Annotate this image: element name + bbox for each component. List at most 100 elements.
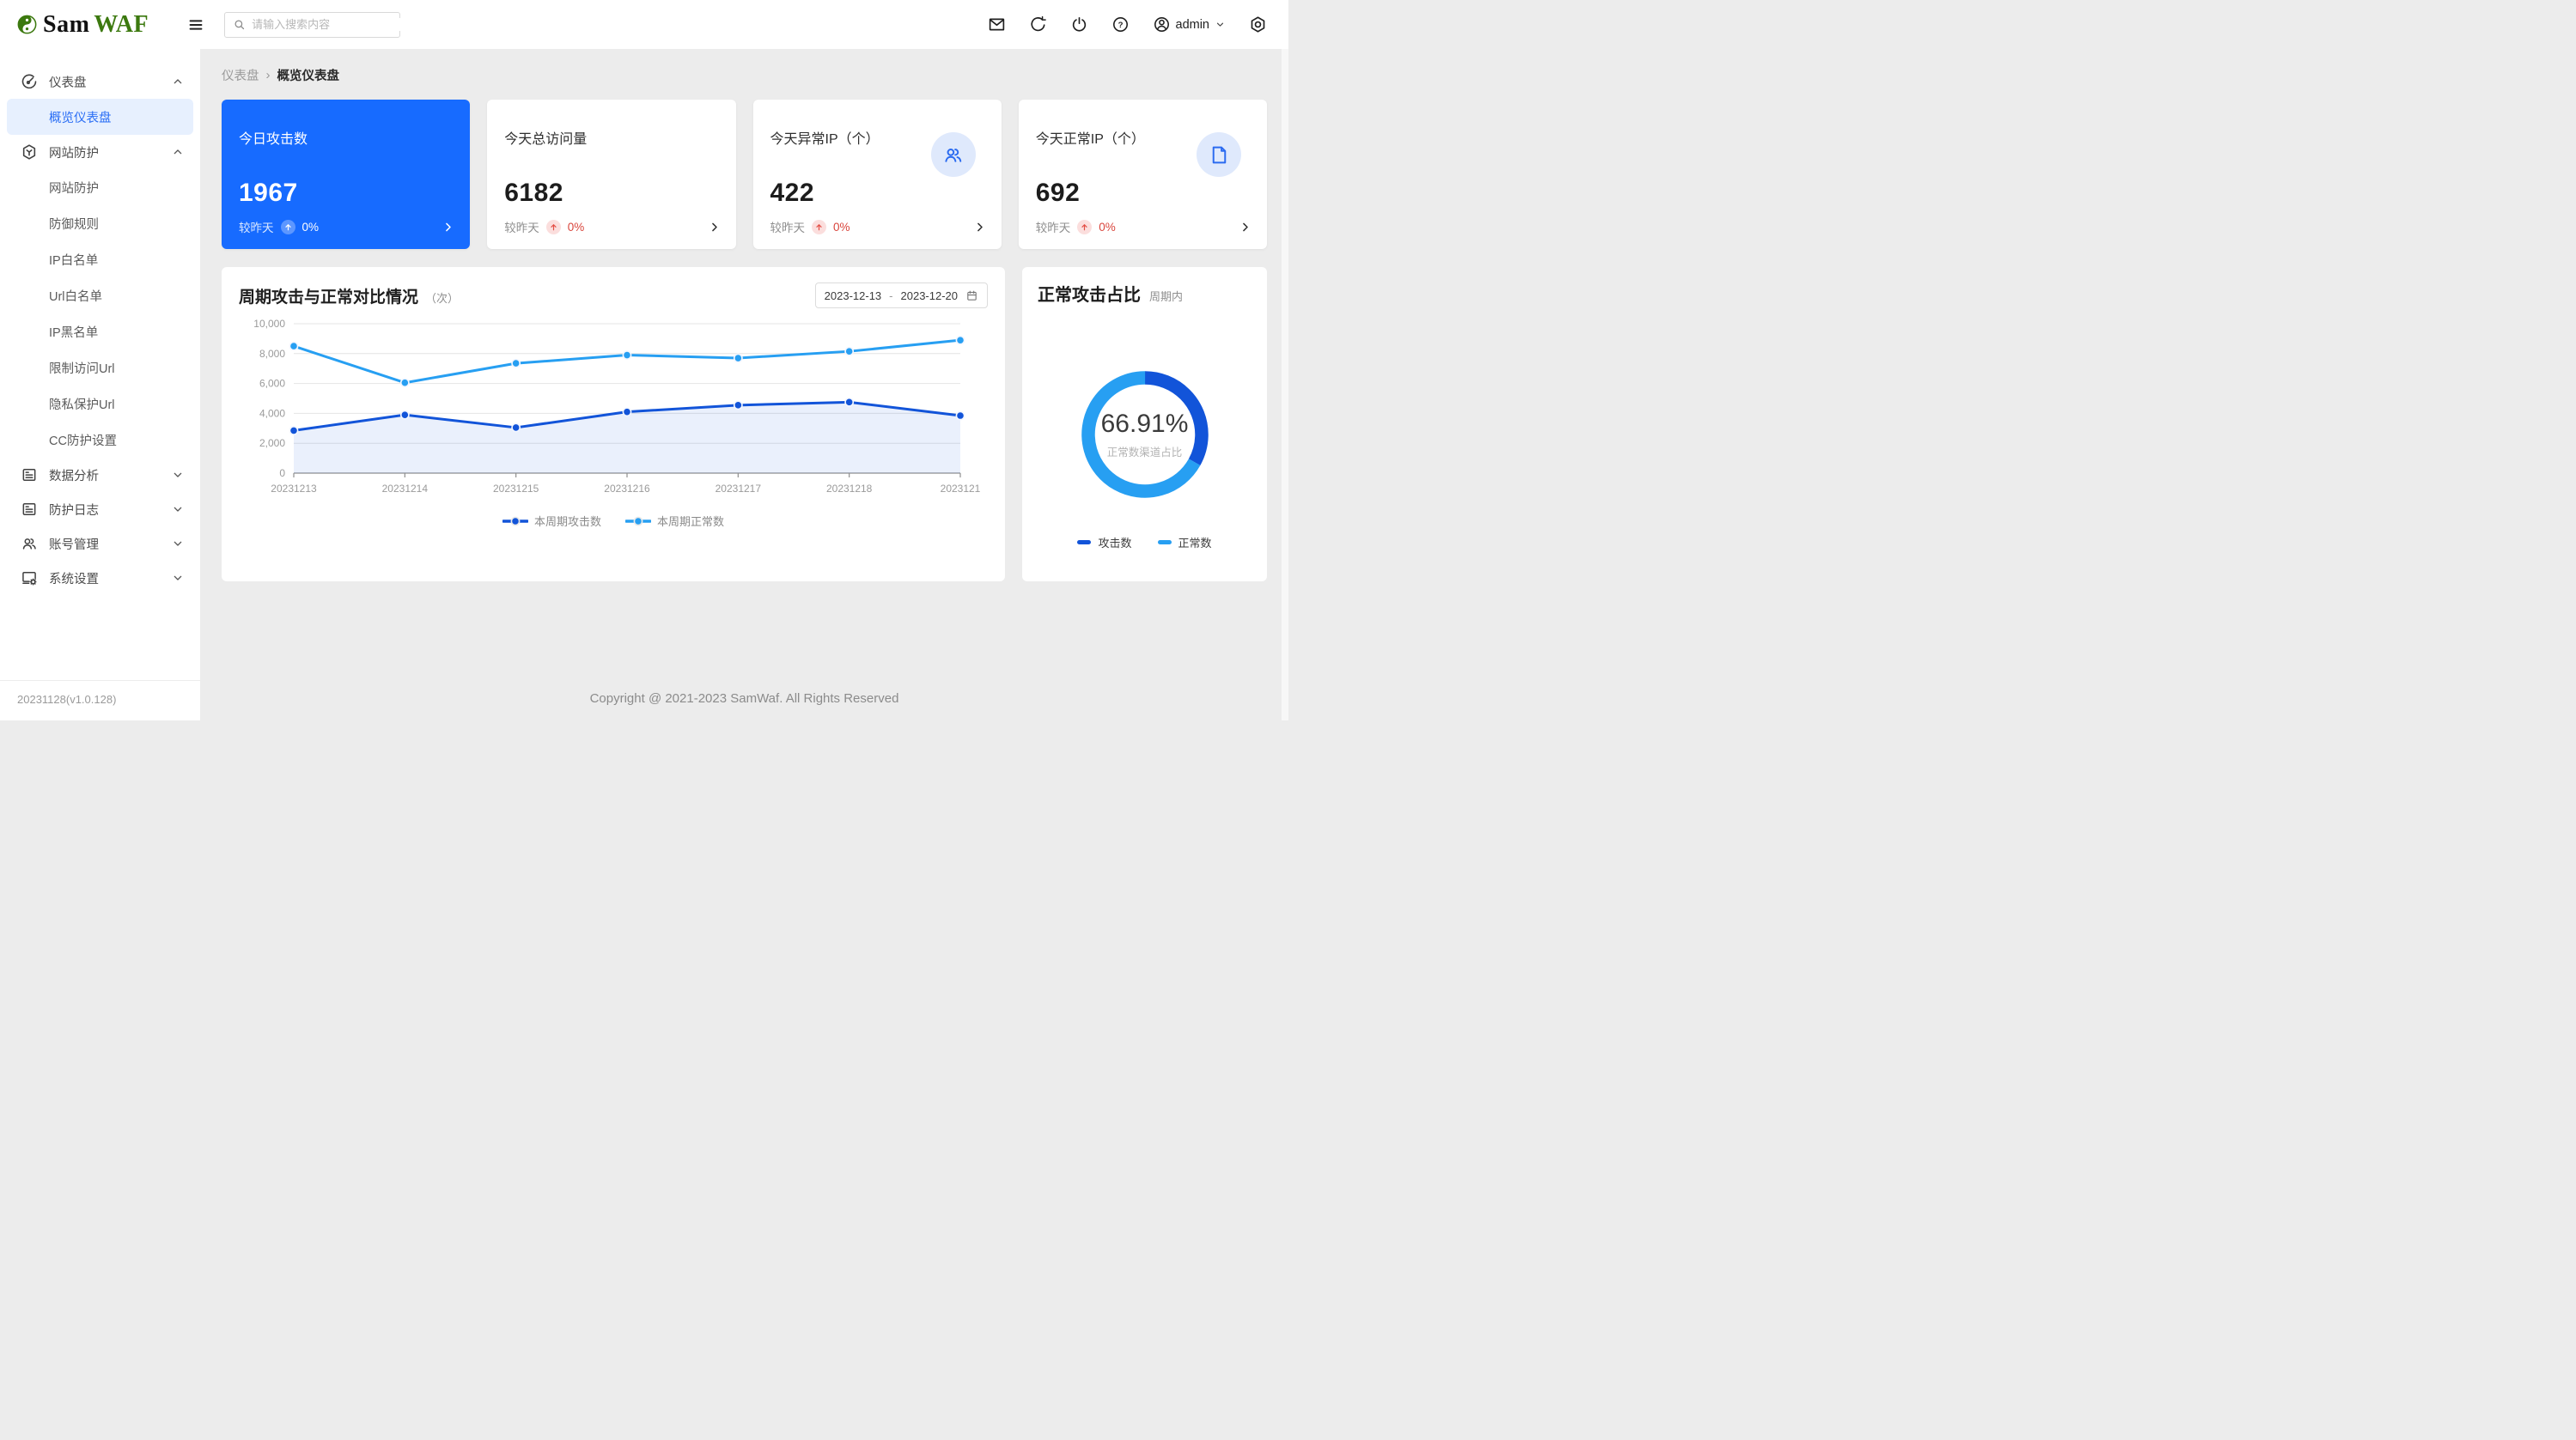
sidebar-item-label: 仪表盘 xyxy=(49,73,171,91)
sidebar-item-label: IP白名单 xyxy=(49,251,200,269)
legend-marker-icon xyxy=(625,516,651,526)
gauge-icon xyxy=(21,73,38,90)
line-legend-item[interactable]: 本周期正常数 xyxy=(625,513,724,529)
legend-label: 正常数 xyxy=(1178,534,1212,550)
app-logo[interactable]: SamWAF xyxy=(0,11,149,39)
date-range-picker[interactable]: 2023-12-13 - 2023-12-20 xyxy=(815,283,988,308)
user-menu[interactable]: admin xyxy=(1153,15,1227,33)
chevron-right-icon[interactable] xyxy=(708,221,721,234)
file-icon xyxy=(1197,132,1241,177)
logo-text-sam: Sam xyxy=(43,11,89,38)
sidebar-sub-item[interactable]: 网站防护 xyxy=(0,169,200,205)
sidebar-item-label: 数据分析 xyxy=(49,466,171,484)
stat-card[interactable]: 今天异常IP（个）422 较昨天 0% xyxy=(753,100,1002,249)
chevron-right-icon[interactable] xyxy=(973,221,986,234)
trend-up-icon xyxy=(812,220,826,234)
sidebar-group-item[interactable]: 系统设置 xyxy=(0,561,200,595)
scrollbar-track[interactable] xyxy=(1282,49,1288,720)
menu-toggle-button[interactable] xyxy=(185,14,207,36)
sidebar-sub-item[interactable]: 概览仪表盘 xyxy=(7,99,193,135)
sidebar-item-label: 防御规则 xyxy=(49,215,200,233)
stat-card-value: 692 xyxy=(1036,179,1250,208)
sidebar-item-label: 账号管理 xyxy=(49,535,171,553)
svg-text:4,000: 4,000 xyxy=(259,407,285,419)
line-chart-card: 周期攻击与正常对比情况 （次） 2023-12-13 - 2023-12-20 … xyxy=(222,267,1005,581)
sidebar-sub-item[interactable]: Url白名单 xyxy=(0,277,200,313)
svg-text:0: 0 xyxy=(279,467,285,479)
stat-compare-label: 较昨天 xyxy=(239,218,274,235)
sidebar-group-item[interactable]: 防护日志 xyxy=(0,492,200,526)
svg-text:6,000: 6,000 xyxy=(259,378,285,390)
mail-icon[interactable] xyxy=(988,15,1006,33)
yinyang-logo-icon xyxy=(17,15,37,34)
sidebar-group-item[interactable]: 网站防护 xyxy=(0,135,200,169)
sidebar-sub-item[interactable]: IP白名单 xyxy=(0,241,200,277)
svg-text:8,000: 8,000 xyxy=(259,348,285,360)
svg-text:2,000: 2,000 xyxy=(259,437,285,449)
sidebar-sub-item[interactable]: 限制访问Url xyxy=(0,349,200,386)
sidebar-item-label: Url白名单 xyxy=(49,287,200,305)
svg-text:?: ? xyxy=(1117,21,1123,30)
users-circle-icon xyxy=(931,132,976,177)
chevron-right-icon[interactable] xyxy=(1239,221,1251,234)
sidebar-item-label: 概览仪表盘 xyxy=(49,108,193,126)
svg-text:10,000: 10,000 xyxy=(253,318,285,330)
sidebar-group-item[interactable]: 仪表盘 xyxy=(0,64,200,99)
donut-chart-card: 正常攻击占比 周期内 66.91% 正常数渠道占比 攻击数正常数 xyxy=(1022,267,1267,581)
date-end-value: 2023-12-20 xyxy=(901,289,959,302)
sidebar-item-label: 网站防护 xyxy=(49,143,171,161)
stat-compare-label: 较昨天 xyxy=(1036,218,1071,235)
top-header: SamWAF ? admin xyxy=(0,0,1288,49)
donut-subtitle: 周期内 xyxy=(1149,288,1183,304)
stat-compare-label: 较昨天 xyxy=(770,218,806,235)
doc-icon xyxy=(21,466,38,483)
stat-card-title: 今日攻击数 xyxy=(239,127,453,148)
line-chart-unit: （次） xyxy=(425,289,459,306)
stat-percent-value: 0% xyxy=(302,221,320,234)
users-icon xyxy=(21,535,38,552)
stat-percent-value: 0% xyxy=(1099,221,1116,234)
legend-marker-icon xyxy=(1077,540,1091,544)
sidebar-sub-item[interactable]: 隐私保护Url xyxy=(0,386,200,422)
stat-card[interactable]: 今日攻击数1967 较昨天 0% xyxy=(222,100,470,249)
sidebar-group-item[interactable]: 账号管理 xyxy=(0,526,200,561)
sidebar-item-label: 防护日志 xyxy=(49,501,171,519)
stat-compare-label: 较昨天 xyxy=(504,218,539,235)
power-icon[interactable] xyxy=(1070,15,1088,33)
search-input[interactable] xyxy=(252,18,403,31)
chevron-down-icon xyxy=(171,502,185,516)
log-icon xyxy=(21,501,38,518)
sidebar-sub-item[interactable]: CC防护设置 xyxy=(0,422,200,458)
chevron-down-icon xyxy=(171,468,185,482)
sidebar-sub-item[interactable]: 防御规则 xyxy=(0,205,200,241)
refresh-icon[interactable] xyxy=(1029,15,1047,33)
sidebar-item-label: CC防护设置 xyxy=(49,431,200,449)
svg-text:20231215: 20231215 xyxy=(493,483,539,495)
svg-text:2023121: 2023121 xyxy=(941,483,981,495)
sidebar-sub-item[interactable]: IP黑名单 xyxy=(0,313,200,349)
settings-gear-icon[interactable] xyxy=(1249,15,1267,33)
sidebar-item-label: 隐私保护Url xyxy=(49,395,200,413)
search-icon xyxy=(233,18,246,31)
stat-card[interactable]: 今天总访问量6182 较昨天 0% xyxy=(487,100,735,249)
legend-marker-icon xyxy=(1158,540,1172,544)
trend-up-icon xyxy=(281,220,295,234)
trend-up-icon xyxy=(1077,220,1092,234)
help-icon[interactable]: ? xyxy=(1111,15,1130,33)
stat-card-value: 422 xyxy=(770,179,984,208)
stat-card[interactable]: 今天正常IP（个）692 较昨天 0% xyxy=(1019,100,1267,249)
donut-legend-item[interactable]: 正常数 xyxy=(1158,534,1212,550)
breadcrumb-parent[interactable]: 仪表盘 xyxy=(222,66,259,84)
svg-text:20231216: 20231216 xyxy=(604,483,650,495)
svg-text:20231214: 20231214 xyxy=(382,483,429,495)
legend-label: 本周期正常数 xyxy=(657,513,724,529)
user-avatar-icon xyxy=(1153,15,1171,33)
chevron-right-icon[interactable] xyxy=(442,221,454,234)
sidebar-item-label: 限制访问Url xyxy=(49,359,200,377)
sidebar-group-item[interactable]: 数据分析 xyxy=(0,458,200,492)
svg-text:20231217: 20231217 xyxy=(716,483,762,495)
donut-title: 正常攻击占比 xyxy=(1038,281,1141,306)
line-legend-item[interactable]: 本周期攻击数 xyxy=(502,513,601,529)
donut-legend-item[interactable]: 攻击数 xyxy=(1077,534,1131,550)
sidebar-item-label: IP黑名单 xyxy=(49,323,200,341)
